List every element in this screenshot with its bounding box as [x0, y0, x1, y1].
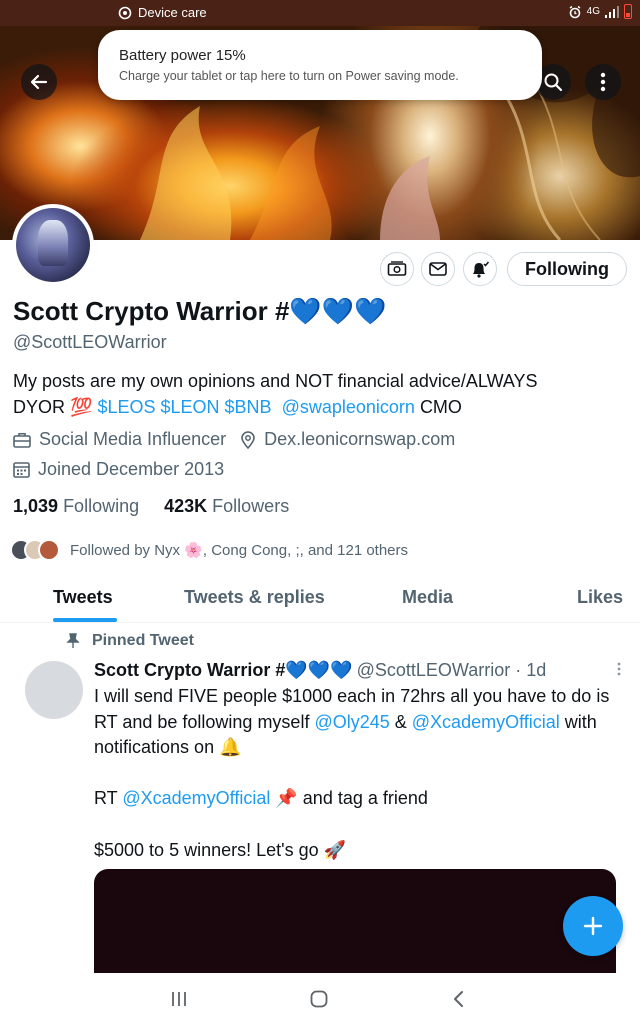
bio-suffix: CMO	[419, 397, 462, 417]
compose-tweet-button[interactable]	[563, 896, 623, 956]
plus-icon	[583, 916, 603, 936]
profile-joined-row: Joined December 2013	[13, 459, 224, 480]
tweet-header: Scott Crypto Warrior # 💙💙💙 @ScottLEOWarri…	[94, 660, 546, 681]
following-count-label: Following	[63, 496, 140, 516]
followers-count: 423K	[164, 496, 208, 516]
tweet-paragraph-3: $5000 to 5 winners! Let's go 🚀	[94, 838, 624, 864]
back-button[interactable]	[21, 64, 57, 100]
bell-check-icon	[473, 261, 490, 278]
followed-by-row[interactable]: Followed by Nyx 🌸, Cong Cong, ;, and 121…	[10, 539, 408, 561]
profile-name-emoji: 💙💙💙	[289, 296, 387, 326]
briefcase-icon	[13, 432, 31, 448]
tweet-text: &	[389, 711, 412, 732]
envelope-icon	[429, 262, 447, 276]
profile-avatar[interactable]	[12, 204, 94, 286]
location-pin-icon	[241, 430, 255, 449]
network-type-label: 4G	[586, 6, 600, 17]
tab-media[interactable]: Media	[402, 587, 453, 608]
recent-apps-button[interactable]	[167, 987, 191, 1011]
follower-avatar	[38, 539, 60, 561]
profile-website: Dex.leonicornswap.com	[264, 429, 456, 449]
bio-line-1: My posts are my own opinions and NOT fin…	[13, 371, 538, 391]
bio-mention-link[interactable]: @swapleonicorn	[282, 397, 415, 417]
status-bar: Device care 4G	[0, 0, 640, 26]
avatar-image	[16, 208, 90, 282]
calendar-icon	[13, 462, 30, 478]
tab-likes[interactable]: Likes	[577, 587, 623, 608]
pin-icon	[66, 633, 80, 648]
tweet-text: and tag a friend	[297, 788, 428, 809]
arrow-left-icon	[30, 74, 48, 90]
followers-count-link[interactable]: 423K Followers	[164, 496, 289, 516]
status-indicators: 4G	[568, 4, 632, 19]
profile-bio: My posts are my own opinions and NOT fin…	[13, 368, 613, 420]
following-count: 1,039	[13, 496, 59, 516]
money-icon	[387, 261, 407, 276]
tweet-paragraph-1: I will send FIVE people $1000 each in 72…	[94, 684, 624, 761]
tweet-text: RT	[94, 788, 123, 809]
profile-name: Scott Crypto Warrior #💙💙💙	[13, 296, 387, 327]
tweet-handle-time: @ScottLEOWarrior · 1d	[356, 660, 547, 680]
toast-body: Charge your tablet or tap here to turn o…	[119, 69, 459, 83]
tip-jar-button[interactable]	[380, 252, 414, 286]
tab-tweets[interactable]: Tweets	[53, 587, 113, 608]
tweet-author-emoji: 💙💙💙	[285, 660, 353, 680]
mention-xcademy-link[interactable]: @XcademyOfficial	[122, 788, 270, 808]
mention-oly245-link[interactable]: @Oly245	[314, 712, 389, 732]
more-options-button[interactable]	[585, 64, 621, 100]
profile-joined-date: Joined December 2013	[38, 459, 225, 479]
bio-dyor: DYOR	[13, 397, 66, 417]
bio-cashtags-link[interactable]: $LEOS $LEON $BNB	[97, 397, 271, 417]
device-care-notification[interactable]: Device care	[118, 5, 207, 20]
tweet-paragraph-2: RT @XcademyOfficial 📌 and tag a friend	[94, 786, 624, 812]
hundred-points-emoji: 💯	[70, 397, 93, 417]
profile-category: Social Media Influencer	[39, 429, 227, 449]
pinned-tweet-label: Pinned Tweet	[66, 632, 194, 650]
system-navigation-bar	[0, 973, 640, 1024]
home-button[interactable]	[307, 987, 331, 1011]
tweet-body: I will send FIVE people $1000 each in 72…	[94, 684, 624, 863]
profile-name-text: Scott Crypto Warrior #	[13, 296, 290, 326]
following-button[interactable]: Following	[507, 252, 627, 286]
tweet-media[interactable]	[94, 869, 616, 973]
tweet-text: $5000 to 5 winners! Let's go	[94, 839, 324, 860]
device-care-icon	[118, 6, 132, 19]
alarm-icon	[569, 5, 581, 18]
rocket-emoji: 🚀	[323, 839, 347, 860]
pushpin-emoji: 📌	[275, 788, 298, 809]
pinned-tweet-text: Pinned Tweet	[92, 632, 194, 649]
battery-low-icon	[624, 4, 632, 19]
following-count-link[interactable]: 1,039 Following	[13, 496, 139, 516]
active-tab-indicator	[53, 618, 117, 622]
battery-notification-toast[interactable]: Battery power 15% Charge your tablet or …	[98, 30, 542, 100]
profile-tabs: Tweets Tweets & replies Media Likes	[0, 578, 640, 623]
follow-counts: 1,039 Following 423K Followers	[13, 496, 289, 517]
tweet-more-button[interactable]	[617, 662, 621, 676]
device-care-label: Device care	[138, 5, 207, 20]
tweet-author-avatar[interactable]	[25, 661, 83, 719]
toast-title: Battery power 15%	[119, 47, 246, 64]
notifications-button[interactable]	[463, 252, 497, 286]
followed-by-text: Followed by Nyx 🌸, Cong Cong, ;, and 121…	[70, 542, 409, 559]
mention-xcademy-link[interactable]: @XcademyOfficial	[412, 712, 560, 732]
recent-apps-icon	[172, 992, 186, 1006]
followers-count-label: Followers	[212, 496, 290, 516]
signal-icon	[605, 5, 619, 18]
profile-meta-row: Social Media Influencer Dex.leonicornswa…	[13, 429, 455, 450]
profile-handle: @ScottLEOWarrior	[13, 332, 167, 352]
chevron-left-icon	[454, 991, 463, 1007]
tweet-author-name[interactable]: Scott Crypto Warrior #	[94, 660, 285, 681]
message-button[interactable]	[421, 252, 455, 286]
more-vertical-icon	[600, 72, 606, 92]
back-nav-button[interactable]	[447, 987, 471, 1011]
tab-tweets-replies[interactable]: Tweets & replies	[184, 587, 325, 608]
home-icon	[310, 990, 328, 1008]
more-vertical-icon	[617, 662, 621, 676]
search-icon	[544, 73, 563, 92]
bell-emoji: 🔔	[219, 737, 242, 758]
